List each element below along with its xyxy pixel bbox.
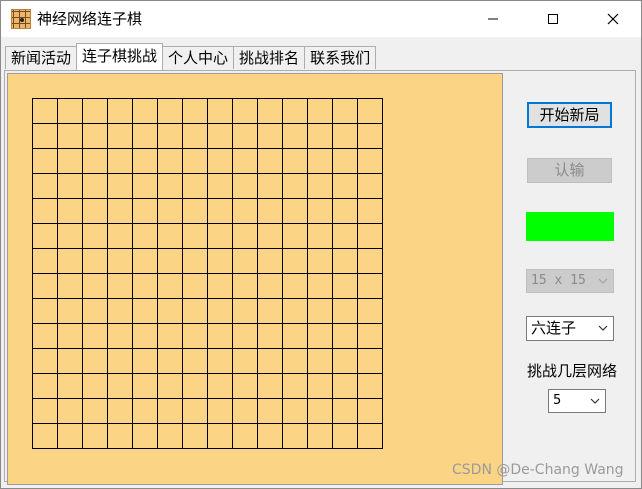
tab-contact[interactable]: 联系我们	[304, 46, 377, 69]
layers-label: 挑战几层网络	[527, 362, 618, 380]
layers-value: 5	[553, 393, 562, 408]
chevron-down-icon	[598, 325, 608, 331]
close-icon	[607, 13, 619, 25]
new-game-button[interactable]: 开始新局	[527, 102, 612, 128]
connect-n-value: 六连子	[531, 319, 577, 337]
watermark: CSDN @De-Chang Wang	[452, 462, 624, 478]
chevron-down-icon	[598, 278, 608, 284]
layers-select[interactable]: 5	[548, 389, 606, 413]
minimize-button[interactable]	[469, 1, 517, 37]
board-size-select[interactable]: 15 x 15	[526, 269, 614, 293]
go-board-icon	[11, 9, 31, 29]
board-size-value: 15 x 15	[531, 273, 586, 288]
connect-n-select[interactable]: 六连子	[526, 316, 614, 341]
tab-news[interactable]: 新闻活动	[5, 46, 78, 69]
tab-strip: 新闻活动 连子棋挑战 个人中心 挑战排名 联系我们	[5, 43, 377, 70]
tab-ranking[interactable]: 挑战排名	[233, 46, 306, 69]
window-title: 神经网络连子棋	[37, 10, 143, 28]
minimize-icon	[488, 18, 498, 20]
turn-status-indicator	[526, 212, 614, 241]
close-button[interactable]	[589, 1, 637, 37]
game-board[interactable]	[8, 74, 502, 484]
game-board-panel[interactable]	[7, 73, 503, 485]
maximize-button[interactable]	[529, 1, 577, 37]
tab-profile[interactable]: 个人中心	[162, 46, 235, 69]
maximize-icon	[548, 14, 558, 24]
resign-button[interactable]: 认输	[527, 158, 612, 183]
title-bar[interactable]: 神经网络连子棋	[1, 1, 641, 37]
tab-connect-challenge[interactable]: 连子棋挑战	[76, 43, 164, 70]
chevron-down-icon	[590, 398, 600, 404]
